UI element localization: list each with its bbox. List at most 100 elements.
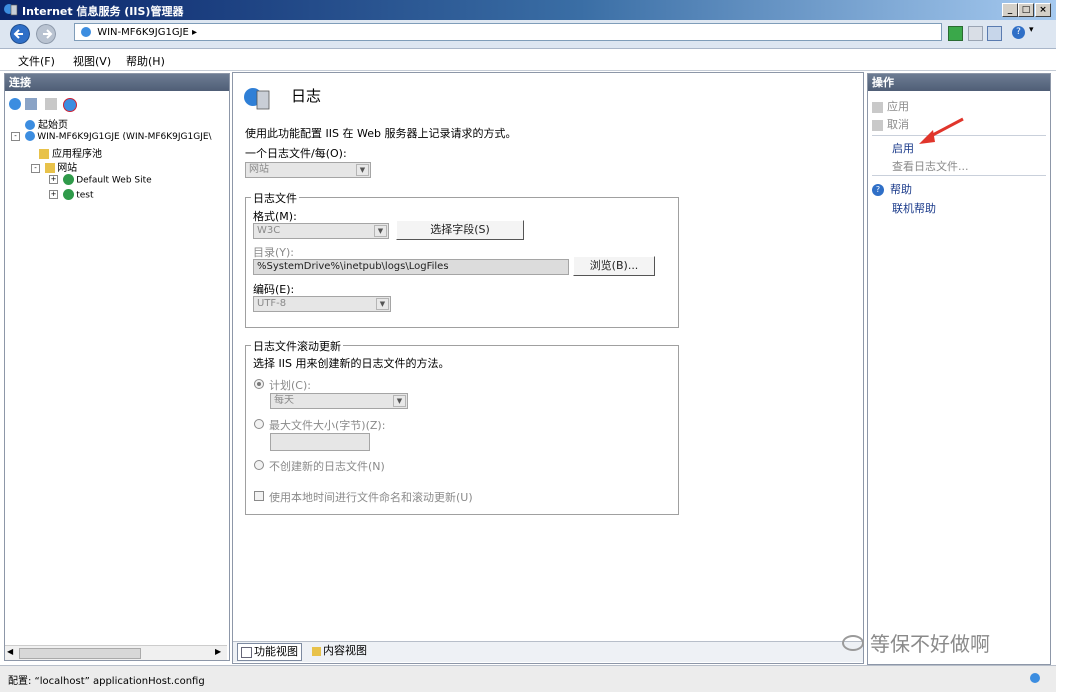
action-enable[interactable]: 启用 (892, 140, 914, 156)
one-file-per-select[interactable]: 网站 ▼ (245, 162, 371, 178)
browse-button[interactable]: 浏览(B)... (573, 256, 655, 276)
chevron-down-icon[interactable]: ▼ (374, 225, 387, 237)
schedule-radio[interactable] (254, 379, 264, 389)
action-cancel[interactable]: 取消 (872, 116, 909, 132)
chevron-down-icon[interactable]: ▼ (356, 164, 369, 176)
divider (872, 175, 1046, 176)
expand-icon[interactable]: + (49, 190, 58, 199)
encoding-label: 编码(E): (253, 283, 295, 296)
directory-input[interactable]: %SystemDrive%\inetpub\logs\LogFiles (253, 259, 569, 275)
tree-item-app-pools[interactable]: 应用程序池 (39, 145, 102, 160)
save-icon[interactable] (25, 98, 37, 110)
tree-item-server[interactable]: - WIN-MF6K9JG1GJE (WIN-MF6K9JG1GJE\ (11, 131, 212, 142)
rollover-description: 选择 IIS 用来创建新的日志文件的方法。 (253, 357, 450, 370)
max-size-input[interactable] (270, 433, 370, 451)
tab-feature-view[interactable]: 功能视图 (237, 643, 302, 661)
chevron-down-icon[interactable]: ▼ (376, 298, 389, 310)
local-time-label: 使用本地时间进行文件命名和滚动更新(U) (269, 491, 473, 504)
iis-app-icon (4, 4, 18, 16)
content-view-icon (312, 646, 321, 656)
log-file-group-title: 日志文件 (251, 190, 299, 206)
page-title: 日志 (291, 87, 322, 105)
feature-view-icon (241, 646, 252, 658)
action-view-log-files[interactable]: 查看日志文件... (892, 158, 969, 174)
schedule-value: 每天 (274, 395, 294, 406)
no-new-file-label: 不创建新的日志文件(N) (269, 460, 385, 473)
maximize-button[interactable]: □ (1018, 3, 1034, 17)
select-fields-button[interactable]: 选择字段(S) (396, 220, 524, 240)
scroll-right-icon[interactable]: ▶ (215, 647, 221, 656)
minimize-button[interactable]: _ (1002, 3, 1018, 17)
no-new-file-radio[interactable] (254, 460, 264, 470)
watermark-text: 等保不好做啊 (870, 632, 990, 656)
help-icon: ? (872, 184, 884, 196)
action-online-help[interactable]: 联机帮助 (892, 200, 936, 216)
refresh-icon[interactable] (948, 26, 963, 41)
schedule-select[interactable]: 每天 ▼ (270, 393, 408, 409)
start-page-label: 起始页 (38, 120, 68, 131)
start-page-icon (25, 120, 35, 130)
globe-icon (63, 189, 75, 200)
disconnect-icon[interactable] (63, 98, 77, 112)
log-feature-icon (244, 88, 270, 110)
one-file-per-value: 网站 (249, 164, 269, 175)
max-size-radio[interactable] (254, 419, 264, 429)
up-level-icon[interactable] (45, 98, 57, 110)
encoding-select[interactable]: UTF-8 ▼ (253, 296, 391, 312)
chevron-down-icon[interactable]: ▾ (1029, 25, 1034, 35)
stop-icon[interactable] (968, 26, 983, 41)
server-status-icon (1030, 673, 1040, 683)
menu-help[interactable]: 帮助(H) (126, 53, 165, 69)
collapse-icon[interactable]: - (31, 163, 40, 173)
forward-arrow-icon[interactable] (36, 24, 56, 44)
directory-value: %SystemDrive%\inetpub\logs\LogFiles (257, 261, 449, 272)
sites-folder-icon (45, 163, 56, 173)
connect-icon[interactable] (9, 98, 21, 110)
status-bar: 配置: “localhost” applicationHost.config (0, 665, 1056, 692)
encoding-value: UTF-8 (257, 298, 287, 309)
apply-icon (872, 101, 883, 113)
scrollbar-thumb[interactable] (19, 648, 141, 659)
format-value: W3C (257, 225, 281, 236)
action-apply[interactable]: 应用 (872, 98, 909, 114)
tree-item-test[interactable]: + test (49, 189, 93, 201)
tab-feature-label: 功能视图 (254, 645, 298, 658)
horizontal-scrollbar[interactable]: ◀ ▶ (5, 645, 227, 660)
back-arrow-icon[interactable] (10, 24, 30, 44)
tree-item-sites[interactable]: - 网站 (31, 159, 77, 174)
one-file-per-label: 一个日志文件/每(O): (245, 147, 347, 160)
navigation-bar: WIN-MF6K9JG1GJE ▸ ? ▾ (0, 20, 1056, 49)
watermark: 等保不好做啊 (842, 628, 990, 657)
max-size-label: 最大文件大小(字节)(Z): (269, 419, 386, 432)
annotation-arrow-icon (919, 117, 964, 144)
connections-header: 连接 (5, 74, 229, 91)
local-time-checkbox[interactable] (254, 491, 264, 501)
help-label: 帮助 (890, 183, 912, 196)
address-path: WIN-MF6K9JG1GJE ▸ (97, 27, 198, 38)
format-select[interactable]: W3C ▼ (253, 223, 389, 239)
site1-label: Default Web Site (76, 175, 152, 186)
server-label: WIN-MF6K9JG1GJE (WIN-MF6K9JG1GJE\ (37, 132, 212, 142)
home-icon[interactable] (987, 26, 1002, 41)
action-help[interactable]: ? 帮助 (872, 181, 912, 197)
actions-header: 操作 (868, 74, 1050, 91)
menu-view[interactable]: 视图(V) (73, 53, 111, 69)
directory-label: 目录(Y): (253, 246, 295, 259)
actions-panel: 操作 应用 取消 启用 查看日志文件... ? 帮助 联机帮助 (867, 73, 1051, 665)
tab-content-view[interactable]: 内容视图 (309, 643, 370, 659)
chevron-down-icon[interactable]: ▼ (393, 395, 406, 407)
window-title-bar: Internet 信息服务 (IIS)管理器 _ □ × (0, 0, 1056, 20)
feature-panel: 日志 使用此功能配置 IIS 在 Web 服务器上记录请求的方式。 一个日志文件… (232, 72, 864, 664)
menu-file[interactable]: 文件(F) (18, 53, 55, 69)
collapse-icon[interactable]: - (11, 131, 20, 141)
address-field[interactable]: WIN-MF6K9JG1GJE ▸ (74, 23, 942, 41)
close-button[interactable]: × (1035, 3, 1051, 17)
server-icon (81, 27, 91, 37)
tree-item-default-web-site[interactable]: + Default Web Site (49, 174, 152, 186)
tree-item-start-page[interactable]: 起始页 (25, 116, 68, 131)
expand-icon[interactable]: + (49, 175, 58, 184)
menu-bar: 文件(F) 视图(V) 帮助(H) (0, 49, 1056, 71)
scroll-left-icon[interactable]: ◀ (7, 647, 13, 656)
cancel-label: 取消 (887, 118, 909, 131)
help-icon[interactable]: ? (1012, 26, 1025, 39)
